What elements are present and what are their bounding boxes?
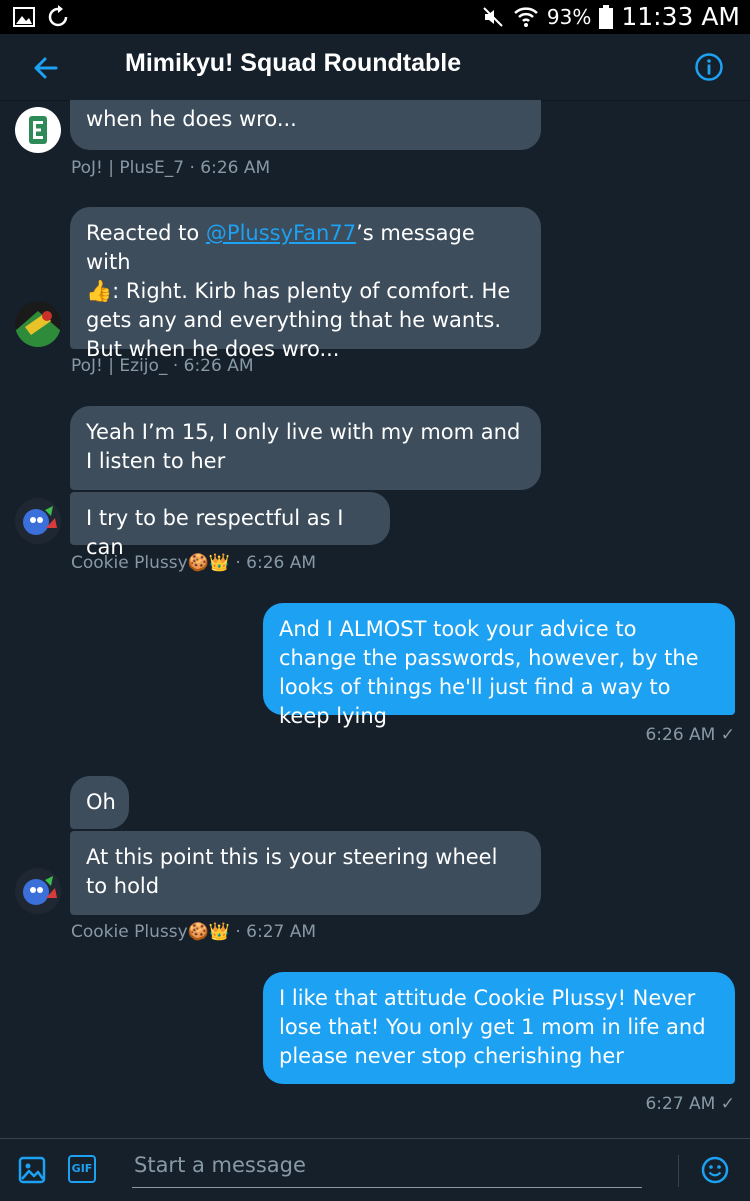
sync-icon <box>48 5 68 27</box>
message-meta: 6:27 AM ✓ <box>645 1094 735 1114</box>
message-bubble[interactable]: I try to be respectful as I can <box>70 492 390 559</box>
message-meta: 6:26 AM ✓ <box>645 725 735 745</box>
message-meta: PoJ! | PlusE_7 · 6:26 AM <box>71 158 271 178</box>
mention-link[interactable]: @PlussyFan77 <box>206 221 356 245</box>
user-avatar-cookie-plussy-icon <box>15 498 61 544</box>
back-arrow-icon[interactable] <box>28 50 64 86</box>
message-bubble-outgoing[interactable]: I like that attitude Cookie Plussy! Neve… <box>263 972 735 1084</box>
status-bar: 93% 11:33 AM <box>0 0 750 34</box>
info-icon[interactable] <box>694 52 724 82</box>
user-avatar-cookie-plussy-icon <box>15 868 61 914</box>
mute-icon <box>483 6 503 27</box>
conversation-title: Mimikyu! Squad Roundtable <box>125 49 462 77</box>
message-text: Yeah I’m 15, I only live with my mom and… <box>86 420 521 473</box>
user-avatar-plus-e-icon <box>29 116 47 144</box>
message-input[interactable]: Start a message <box>134 1153 306 1177</box>
wifi-icon <box>514 6 538 27</box>
emoji-picker-icon[interactable] <box>700 1155 730 1185</box>
message-meta: Cookie Plussy🍪👑 · 6:26 AM <box>71 553 317 573</box>
message-text: And I ALMOST took your advice to change … <box>279 617 699 728</box>
message-text: I like that attitude Cookie Plussy! Neve… <box>279 986 706 1068</box>
battery-icon <box>599 4 614 29</box>
message-text: when he does wro... <box>86 107 297 131</box>
message-composer: GIF Start a message <box>0 1138 750 1201</box>
avatar[interactable] <box>15 301 61 347</box>
battery-percent: 93% <box>546 4 592 29</box>
gif-button[interactable]: GIF <box>68 1155 96 1183</box>
divider <box>678 1155 679 1187</box>
message-bubble[interactable]: Oh <box>70 776 129 829</box>
message-bubble[interactable]: At this point this is your steering whee… <box>70 831 541 915</box>
avatar[interactable] <box>15 498 61 544</box>
message-list[interactable]: when he does wro... PoJ! | PlusE_7 · 6:2… <box>0 100 750 1138</box>
avatar[interactable] <box>15 107 61 153</box>
message-meta: PoJ! | Ezijo_ · 6:26 AM <box>71 356 254 376</box>
user-avatar-ezijo-icon <box>15 301 61 347</box>
message-bubble[interactable]: Reacted to @PlussyFan77’s message with 👍:… <box>70 207 541 361</box>
image-picker-icon[interactable] <box>17 1155 47 1185</box>
message-text: I try to be respectful as I can <box>86 506 344 559</box>
message-text: Oh <box>86 790 116 814</box>
gallery-icon <box>13 7 35 27</box>
message-text: At this point this is your steering whee… <box>86 845 498 898</box>
thumbs-up-emoji: 👍 <box>86 279 113 303</box>
message-bubble[interactable]: Yeah I’m 15, I only live with my mom and… <box>70 406 541 490</box>
message-meta: Cookie Plussy🍪👑 · 6:27 AM <box>71 922 317 942</box>
conversation-header: Mimikyu! Squad Roundtable <box>0 34 750 101</box>
reaction-prefix: Reacted to <box>86 221 206 245</box>
avatar[interactable] <box>15 868 61 914</box>
quoted-text: : Right. Kirb has plenty of comfort. He … <box>86 279 511 361</box>
gif-label: GIF <box>71 1162 93 1175</box>
message-bubble[interactable]: when he does wro... <box>70 100 541 150</box>
message-bubble-outgoing[interactable]: And I ALMOST took your advice to change … <box>263 603 735 728</box>
clock: 11:33 AM <box>621 2 740 31</box>
input-underline <box>132 1187 642 1188</box>
